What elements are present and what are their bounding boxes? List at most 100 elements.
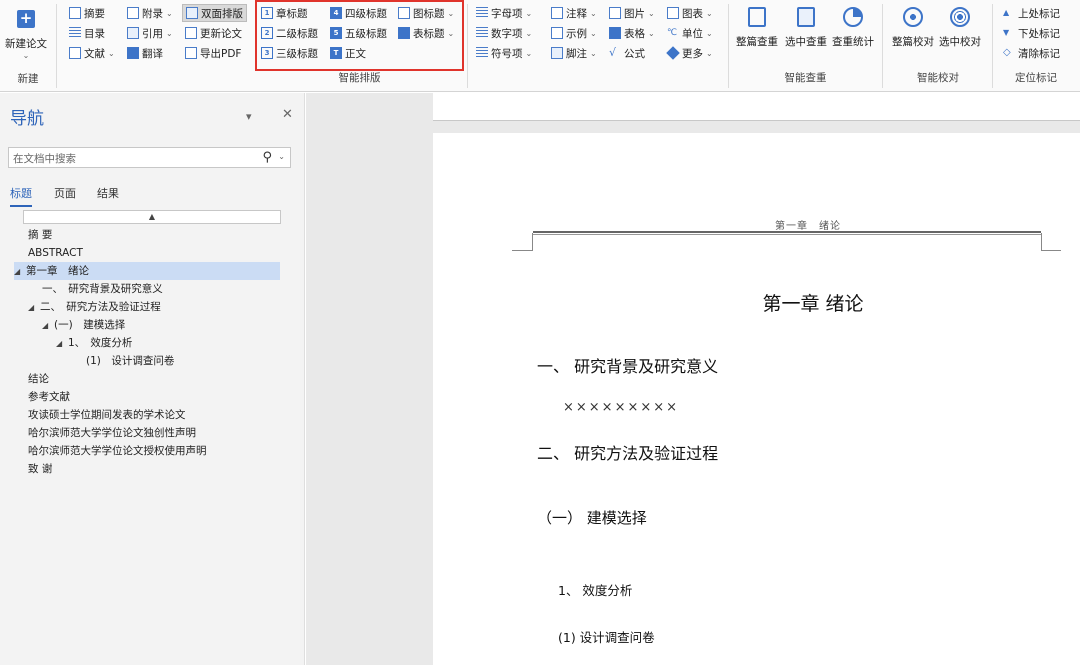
full-check-button[interactable]: 整篇查重 [736,4,778,49]
document-page[interactable] [433,133,1080,665]
margin-corner-mark [1041,233,1061,251]
translate-icon [127,47,139,59]
annotation-icon [551,7,563,19]
header-rule [533,231,1041,233]
divider [882,4,883,88]
navigation-pane: 导航 ▾ ✕ 在文档中搜索 ⚲ ⌄ 标题 页面 结果 ▲ 摘 要 ABSTRAC… [0,93,305,665]
footnote-icon [551,47,563,59]
footnote-button[interactable]: 脚注 ⌄ [551,44,597,62]
chart-button[interactable]: 图表 ⌄ [667,4,713,22]
abstract-icon [69,7,81,19]
cite-icon [127,27,139,39]
heading-2[interactable]: （一） 建模选择 [537,507,647,528]
divider [728,4,729,88]
more-button[interactable]: 更多 ⌄ [666,44,713,62]
tree-item-authorization[interactable]: 哈尔滨师范大学学位论文授权使用声明 [28,442,207,460]
divider [56,4,57,88]
annotation-button[interactable]: 注释 ⌄ [551,4,597,22]
expand-toggle-icon[interactable]: ◢ [28,299,40,317]
tree-item-acknowledgement[interactable]: 致 谢 [28,460,52,478]
check-stats-button[interactable]: 查重统计 [832,4,874,49]
abstract-button[interactable]: 摘要 [69,4,105,22]
letter-item-button[interactable]: 字母项 ⌄ [476,4,532,22]
toc-button[interactable]: 目录 [69,24,105,42]
tree-item-abstract-cn[interactable]: 摘 要 [28,226,52,244]
tree-item-subsection[interactable]: ◢ (一) 建模选择 [42,316,125,334]
chart-icon [667,7,679,19]
update-paper-button[interactable]: 更新论文 [185,24,242,42]
tab-pages[interactable]: 页面 [54,185,76,201]
number-item-button[interactable]: 数字项 ⌄ [476,24,532,42]
tree-item-abstract-en[interactable]: ABSTRACT [28,244,83,262]
chevron-down-icon[interactable]: ⌄ [278,152,285,161]
tree-item-section2[interactable]: ◢ 二、 研究方法及验证过程 [28,298,161,316]
expand-toggle-icon[interactable]: ◢ [42,317,54,335]
table-icon [609,27,621,39]
expand-toggle-icon[interactable]: ◢ [56,335,68,353]
tree-item-section1[interactable]: 一、 研究背景及研究意义 [28,280,163,298]
clear-mark-button[interactable]: ◇ 清除标记 [1003,44,1060,62]
cite-button[interactable]: 引用 ⌄ [127,24,173,42]
chevron-down-icon[interactable]: ▾ [246,110,252,123]
symbol-item-button[interactable]: 符号项 ⌄ [476,44,532,62]
search-icon[interactable]: ⚲ [262,150,272,165]
update-paper-icon [185,27,197,39]
translate-button[interactable]: 翻译 [127,44,163,62]
export-pdf-button[interactable]: 导出PDF [185,44,241,62]
heading-4[interactable]: (1) 设计调查问卷 [558,627,655,646]
tree-item-questionnaire[interactable]: (1) 设计调查问卷 [86,352,174,370]
new-paper-label: 新建论文 [5,38,47,50]
tab-headings[interactable]: 标题 [10,185,32,201]
image-button[interactable]: 图片 ⌄ [609,4,655,22]
full-proof-button[interactable]: 整篇校对 [892,4,934,49]
tree-item-publications[interactable]: 攻读硕士学位期间发表的学术论文 [28,406,186,424]
up-arrow-icon: ▲ [1003,8,1010,17]
chapter-title[interactable]: 第一章 绪论 [433,289,1080,316]
expand-toggle-icon[interactable]: ◢ [14,263,26,281]
formula-button[interactable]: √ 公式 [609,44,645,62]
unit-button[interactable]: ℃ 单位 ⌄ [667,24,713,42]
close-icon[interactable]: ✕ [282,107,293,122]
collapse-all-button[interactable]: ▲ [23,210,281,224]
previous-page-bottom [433,93,1080,121]
tree-item-originality[interactable]: 哈尔滨师范大学学位论文独创性声明 [28,424,196,442]
group-label-new: 新建 [17,73,39,85]
full-proof-icon [900,4,926,30]
tree-item-chapter1[interactable]: ◢ 第一章 绪论 [14,262,280,280]
duplex-layout-button[interactable]: 双面排版 [182,4,247,22]
example-icon [551,27,563,39]
target-icon [947,4,973,30]
search-placeholder: 在文档中搜索 [13,153,76,165]
page-gap [433,121,1080,133]
tree-item-conclusion[interactable]: 结论 [28,370,49,388]
full-check-icon [744,4,770,30]
tab-results[interactable]: 结果 [97,185,119,201]
heading-1[interactable]: 一、 研究背景及研究意义 [537,353,718,377]
new-group: + 新建论文 ⌄ 新建 [0,0,56,92]
selection-proof-button[interactable]: 选中校对 [939,4,981,49]
number-list-icon [476,27,488,39]
next-mark-button[interactable]: ▼ 下处标记 [1003,24,1060,42]
heading-1[interactable]: 二、 研究方法及验证过程 [537,440,718,464]
duplex-layout-icon [186,7,198,19]
chevron-down-icon: ⌄ [22,51,30,60]
more-icon [666,46,680,60]
tree-item-bibliography[interactable]: 参考文献 [28,388,70,406]
group-label-marks: 定位标记 [1015,72,1057,84]
heading-3[interactable]: 1、 效度分析 [558,580,632,599]
divider [467,4,468,88]
body-text[interactable]: ××××××××× [563,400,679,415]
group-label-smart-check: 智能查重 [784,72,827,84]
tree-item-validity[interactable]: ◢ 1、 效度分析 [56,334,132,352]
ribbon-toolbar: + 新建论文 ⌄ 新建 摘要 目录 文献 ⌄ 附录 ⌄ 引用 ⌄ 翻译 双面排版 更新… [0,0,1080,92]
appendix-button[interactable]: 附录 ⌄ [127,4,173,22]
selection-check-button[interactable]: 选中查重 [785,4,827,49]
margin-corner-mark [512,233,533,251]
references-button[interactable]: 文献 ⌄ [69,44,115,62]
new-paper-button[interactable]: + 新建论文 ⌄ [5,6,47,61]
unit-icon: ℃ [667,28,678,38]
nav-search-input[interactable]: 在文档中搜索 ⚲ ⌄ [8,147,291,168]
prev-mark-button[interactable]: ▲ 上处标记 [1003,4,1060,22]
example-button[interactable]: 示例 ⌄ [551,24,597,42]
table-button[interactable]: 表格 ⌄ [609,24,655,42]
